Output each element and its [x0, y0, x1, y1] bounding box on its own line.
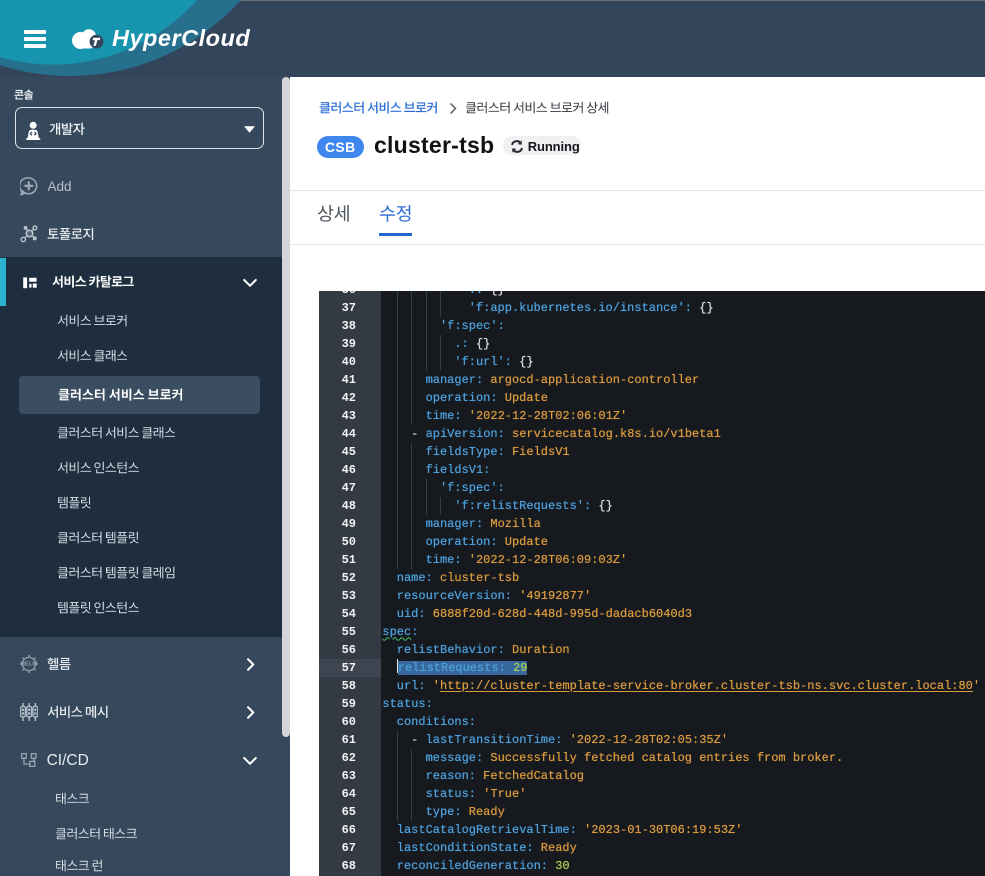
svg-text:HELM: HELM: [21, 662, 38, 668]
